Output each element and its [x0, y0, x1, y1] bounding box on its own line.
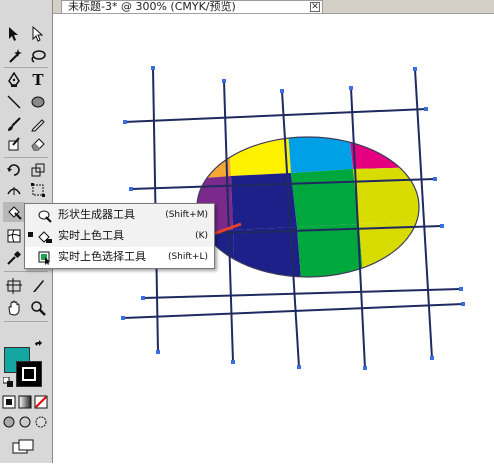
magic-wand-tool-icon[interactable] — [3, 46, 25, 66]
free-transform-tool-icon[interactable] — [27, 180, 49, 200]
anchor-point[interactable] — [141, 296, 145, 300]
anchor-point[interactable] — [349, 86, 353, 90]
anchor-point[interactable] — [231, 360, 235, 364]
current-tool-indicator — [28, 232, 33, 237]
anchor-point[interactable] — [363, 366, 367, 370]
toolbar-separator — [4, 157, 48, 158]
anchor-point[interactable] — [156, 350, 160, 354]
anchor-point[interactable] — [151, 66, 155, 70]
anchor-point[interactable] — [297, 365, 301, 369]
grid-line[interactable] — [122, 303, 464, 319]
gradient-tool-icon[interactable] — [3, 276, 25, 296]
live-paint-cell[interactable] — [153, 122, 231, 182]
type-tool-icon[interactable]: T — [27, 70, 49, 90]
close-tab-icon[interactable]: ✕ — [310, 2, 320, 12]
anchor-point[interactable] — [461, 302, 465, 306]
stroke-color-swatch[interactable] — [16, 361, 42, 387]
flyout-item-label: 实时上色选择工具 — [58, 250, 146, 263]
width-tool-icon[interactable] — [3, 180, 25, 200]
eraser-tool-icon[interactable] — [27, 134, 49, 154]
flyout-item-live-paint-selection[interactable]: 实时上色选择工具 (Shift+L) — [25, 247, 214, 268]
draw-inside-icon[interactable] — [33, 414, 49, 430]
grid-line[interactable] — [142, 288, 462, 299]
eyedropper-tool-icon[interactable] — [3, 248, 25, 268]
flyout-item-live-paint-bucket[interactable]: 实时上色工具 (K) — [25, 226, 214, 247]
live-paint-cell[interactable] — [153, 68, 228, 131]
hand-tool-icon[interactable] — [3, 298, 25, 318]
grid-line[interactable] — [124, 108, 427, 123]
live-paint-selection-icon — [37, 250, 53, 265]
anchor-point[interactable] — [280, 89, 284, 93]
lasso-tool-icon[interactable] — [27, 46, 49, 66]
anchor-point[interactable] — [222, 79, 226, 83]
anchor-point[interactable] — [440, 224, 444, 228]
draw-normal-icon[interactable] — [1, 414, 17, 430]
document-tab-title: 未标题-3* @ 300% (CMYK/预览) — [68, 0, 236, 13]
slice-tool-icon[interactable] — [27, 276, 49, 296]
mesh-tool-icon[interactable] — [3, 226, 25, 246]
shape-builder-tool-icon[interactable] — [3, 202, 25, 222]
zoom-tool-icon[interactable] — [27, 298, 49, 318]
document-tab-bar: 未标题-3* @ 300% (CMYK/预览) ✕ — [53, 0, 494, 14]
live-paint-cell[interactable] — [291, 169, 359, 227]
anchor-point[interactable] — [129, 187, 133, 191]
flyout-item-shortcut: (Shift+L) — [167, 252, 208, 262]
live-paint-bucket-icon — [37, 229, 53, 244]
flyout-item-shortcut: (K) — [195, 231, 208, 241]
scale-tool-icon[interactable] — [27, 160, 49, 180]
draw-behind-icon[interactable] — [17, 414, 33, 430]
selection-tool-icon[interactable] — [3, 24, 25, 44]
swap-colors-icon[interactable] — [32, 340, 46, 352]
color-mode-icon[interactable] — [1, 394, 17, 410]
toolbar-separator — [4, 67, 48, 68]
screen-mode-icon[interactable] — [10, 438, 36, 456]
direct-selection-tool-icon[interactable] — [27, 24, 49, 44]
shape-builder-icon — [37, 208, 53, 223]
live-paint-cell[interactable] — [228, 116, 291, 176]
default-colors-icon[interactable] — [2, 376, 14, 388]
anchor-point[interactable] — [413, 67, 417, 71]
anchor-point[interactable] — [459, 287, 463, 291]
live-paint-cell[interactable] — [282, 81, 352, 116]
live-paint-cell[interactable] — [287, 111, 353, 173]
ellipse-tool-icon[interactable] — [27, 92, 49, 112]
none-mode-icon[interactable] — [33, 394, 49, 410]
anchor-point[interactable] — [433, 177, 437, 181]
anchor-point[interactable] — [430, 356, 434, 360]
gradient-mode-icon[interactable] — [17, 394, 33, 410]
flyout-item-shortcut: (Shift+M) — [165, 210, 208, 220]
pen-tool-icon[interactable] — [3, 70, 25, 90]
toolbar-separator — [4, 271, 48, 272]
flyout-item-label: 实时上色工具 — [58, 229, 124, 242]
anchor-point[interactable] — [123, 120, 127, 124]
document-tab[interactable]: 未标题-3* @ 300% (CMYK/预览) ✕ — [61, 0, 323, 13]
anchor-point[interactable] — [424, 107, 428, 111]
anchor-point[interactable] — [121, 316, 125, 320]
pencil-tool-icon[interactable] — [27, 114, 49, 134]
flyout-item-shape-builder[interactable]: 形状生成器工具 (Shift+M) — [25, 205, 214, 226]
toolbar-separator — [4, 321, 48, 322]
rotate-tool-icon[interactable] — [3, 160, 25, 180]
flyout-item-label: 形状生成器工具 — [58, 208, 135, 221]
blob-brush-tool-icon[interactable] — [3, 134, 25, 154]
line-segment-tool-icon[interactable] — [3, 92, 25, 112]
tool-flyout-menu: 形状生成器工具 (Shift+M) 实时上色工具 (K) 实时上色选择工具 (S… — [24, 203, 215, 269]
paintbrush-tool-icon[interactable] — [3, 114, 25, 134]
